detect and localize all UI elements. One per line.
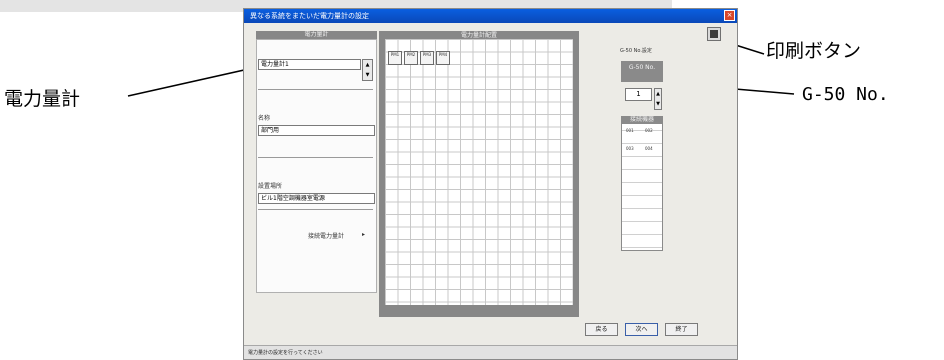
next-button[interactable]: 次へ: [625, 323, 658, 336]
callout-g50-no: G-50 No.: [802, 84, 889, 105]
close-icon[interactable]: ×: [724, 10, 735, 21]
panel-divider: [258, 89, 373, 90]
g50-number-input[interactable]: 1: [625, 88, 652, 101]
printer-icon: [710, 30, 718, 38]
device-list[interactable]: [621, 116, 663, 251]
meter-icon[interactable]: PM3: [420, 51, 434, 65]
name-label: 名称: [258, 115, 271, 122]
spin-up-icon[interactable]: ▲: [363, 60, 372, 70]
device-list-header: 接続機器: [621, 116, 663, 124]
meter-icon[interactable]: PM2: [404, 51, 418, 65]
list-item[interactable]: 003: [626, 146, 634, 151]
spin-up-icon[interactable]: ▲: [655, 89, 661, 99]
print-button[interactable]: [707, 27, 721, 41]
list-item[interactable]: 004: [645, 146, 653, 151]
power-meter-arrow: [127, 65, 263, 97]
finish-button[interactable]: 終了: [665, 323, 698, 336]
name-field[interactable]: 部門用: [258, 125, 375, 136]
callout-power-meter: 電力量計: [4, 88, 81, 110]
location-field[interactable]: ビル1階空調機器室電源: [258, 193, 375, 204]
g50-spinner[interactable]: ▲ ▼: [654, 88, 662, 110]
spin-down-icon[interactable]: ▼: [363, 70, 372, 80]
spin-down-icon[interactable]: ▼: [655, 99, 661, 109]
location-label: 設置場所: [258, 183, 283, 190]
device-list-header-label: 接続機器: [629, 116, 654, 123]
status-text: 電力量計の設定を行ってください: [248, 350, 323, 356]
g50-header-label: G-50 No.: [628, 64, 656, 71]
meter-grid[interactable]: [385, 39, 573, 305]
g50-header: G-50 No.: [621, 61, 663, 82]
app-window: 異なる系統をまたいだ電力量計の設定 × 電力量計 電力量計1 ▲ ▼ 名称 部門…: [243, 8, 738, 360]
link-arrow-icon[interactable]: ▸: [362, 231, 365, 238]
panel-divider: [258, 157, 373, 158]
meter-icon[interactable]: PM4: [436, 51, 450, 65]
panel-divider: [258, 209, 373, 210]
meter-spinner[interactable]: ▲ ▼: [362, 59, 373, 81]
prev-button[interactable]: 戻る: [585, 323, 618, 336]
callout-print-button: 印刷ボタン: [766, 40, 862, 62]
list-item[interactable]: 002: [645, 128, 653, 133]
link-meter-label[interactable]: 接続電力量計: [308, 231, 344, 240]
window-title: 異なる系統をまたいだ電力量計の設定: [250, 12, 369, 20]
status-bar: 電力量計の設定を行ってください: [244, 345, 737, 359]
window-titlebar: 異なる系統をまたいだ電力量計の設定 ×: [244, 9, 737, 23]
list-item[interactable]: 001: [626, 128, 634, 133]
meter-select[interactable]: 電力量計1: [258, 59, 361, 70]
meter-panel: [256, 39, 377, 293]
g50-caption: G-50 No.設定: [620, 48, 652, 54]
meter-icon[interactable]: PM1: [388, 51, 402, 65]
